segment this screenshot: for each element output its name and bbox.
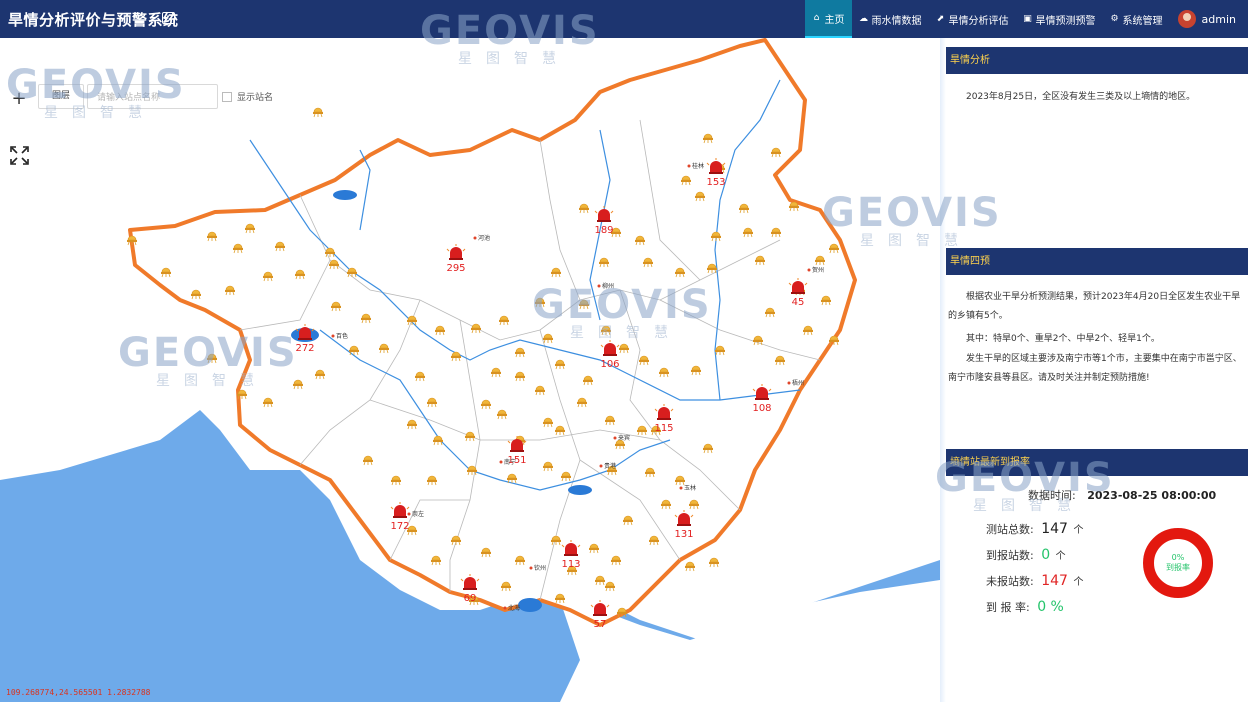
unreported-stations-label: 未报站数: xyxy=(986,575,1034,588)
report-rate-value: 0 % xyxy=(1037,599,1064,615)
svg-text:柳州: 柳州 xyxy=(602,282,614,290)
alarm-value: 153 xyxy=(706,177,725,188)
svg-text:河池: 河池 xyxy=(478,234,490,242)
reported-stations-row: 到报站数: 0 个 xyxy=(986,547,1066,563)
station-marker-icon xyxy=(207,353,217,364)
svg-text:南宁: 南宁 xyxy=(504,458,516,466)
alarm-value: 57 xyxy=(594,619,607,630)
alarm-value: 69 xyxy=(464,593,477,604)
chart-badge-icon[interactable] xyxy=(162,12,175,24)
station-marker-icon xyxy=(709,557,719,568)
svg-text:来宾: 来宾 xyxy=(618,434,630,442)
total-stations-unit: 个 xyxy=(1073,525,1084,536)
svg-text:玉林: 玉林 xyxy=(684,484,696,492)
nav-system-admin-label: 系统管理 xyxy=(1122,15,1163,27)
show-station-name-checkbox[interactable] xyxy=(222,92,232,102)
nav-drought-analysis-label: 旱情分析评估 xyxy=(948,15,1009,27)
report-rate-header: 墒情站最新到报率 xyxy=(946,449,1248,476)
drought-forecast-header: 旱情四预 xyxy=(946,248,1248,275)
rain-cloud-icon: ☁ xyxy=(859,14,869,24)
svg-text:北海: 北海 xyxy=(508,604,520,612)
reported-stations-label: 到报站数: xyxy=(986,549,1034,562)
drought-forecast-p2: 其中：特旱0个、重旱2个、中旱2个、轻旱1个。 xyxy=(966,334,1160,344)
chart-icon: ⬈ xyxy=(936,14,945,24)
zoom-in-button[interactable]: + xyxy=(8,90,30,110)
coordinate-readout: 109.268774,24.565501 1.2832788 xyxy=(6,688,151,697)
station-marker-icon xyxy=(313,107,323,118)
home-icon: ⌂ xyxy=(813,13,820,23)
layer-button[interactable]: 图层 xyxy=(38,84,84,109)
nav-drought-analysis[interactable]: ⬈ 旱情分析评估 xyxy=(929,0,1016,38)
svg-text:贺州: 贺州 xyxy=(812,266,824,274)
fullscreen-icon[interactable] xyxy=(10,146,29,165)
total-stations-value: 147 xyxy=(1041,521,1068,537)
report-rate-label: 到 报 率: xyxy=(986,601,1030,614)
reported-stations-value: 0 xyxy=(1041,547,1051,563)
alarm-value: 115 xyxy=(654,423,673,434)
alarm-value: 106 xyxy=(600,359,619,370)
total-stations-label: 测站总数: xyxy=(986,523,1034,536)
unreported-stations-unit: 个 xyxy=(1073,577,1084,588)
drought-analysis-text: 2023年8月25日，全区没有发生三类及以上墒情的地区。 xyxy=(966,92,1196,102)
ring-label: 到报率 xyxy=(1166,563,1190,572)
svg-text:梧州: 梧州 xyxy=(792,379,804,387)
panel-divider xyxy=(940,38,946,702)
svg-text:崇左: 崇左 xyxy=(412,510,424,518)
alarm-value: 131 xyxy=(674,529,693,540)
app-root: 旱情分析评价与预警系统 ⌂ 主页 ☁ 雨水情数据 ⬈ 旱情分析评估 ▣ 旱情预测… xyxy=(0,0,1248,702)
user-name: admin xyxy=(1201,12,1236,26)
nav-system-admin[interactable]: ⚙ 系统管理 xyxy=(1103,0,1170,38)
total-stations-row: 测站总数: 147 个 xyxy=(986,521,1083,537)
alarm-value: 189 xyxy=(594,225,613,236)
alarm-value: 172 xyxy=(390,521,409,532)
alarm-value: 108 xyxy=(752,403,771,414)
ring-value: 0% xyxy=(1171,553,1185,562)
report-rate-ring-text: 0% 到报率 xyxy=(1143,553,1213,573)
main-nav: ⌂ 主页 ☁ 雨水情数据 ⬈ 旱情分析评估 ▣ 旱情预测预警 ⚙ 系统管理 ad… xyxy=(804,0,1248,38)
show-station-name-label: 显示站名 xyxy=(237,93,274,103)
drought-forecast-p1: 根据农业干旱分析预测结果，预计2023年4月20日全区发生农业干旱的乡镇有5个。 xyxy=(948,292,1241,321)
alarm-value: 295 xyxy=(446,263,465,274)
unreported-stations-value: 147 xyxy=(1041,573,1068,589)
nav-rain-data[interactable]: ☁ 雨水情数据 xyxy=(852,0,929,38)
alarm-value: 113 xyxy=(561,559,580,570)
svg-text:桂林: 桂林 xyxy=(692,162,704,170)
avatar xyxy=(1177,10,1196,28)
alarm-value: 272 xyxy=(295,343,314,354)
top-nav-bar: 旱情分析评价与预警系统 ⌂ 主页 ☁ 雨水情数据 ⬈ 旱情分析评估 ▣ 旱情预测… xyxy=(0,0,1248,38)
unreported-stations-row: 未报站数: 147 个 xyxy=(986,573,1083,589)
data-time-value: 2023-08-25 08:00:00 xyxy=(1087,489,1217,502)
monitor-icon: ▣ xyxy=(1023,14,1032,24)
user-menu[interactable]: admin xyxy=(1170,0,1248,38)
report-rate-row: 到 报 率: 0 % xyxy=(986,599,1064,615)
svg-text:贵港: 贵港 xyxy=(604,462,616,470)
svg-text:百色: 百色 xyxy=(336,332,348,340)
nav-home[interactable]: ⌂ 主页 xyxy=(804,0,852,38)
data-time-label: 数据时间: xyxy=(1028,489,1076,502)
nav-drought-warning[interactable]: ▣ 旱情预测预警 xyxy=(1016,0,1103,38)
station-search-input[interactable] xyxy=(87,84,218,109)
drought-forecast-p3: 发生干旱的区域主要涉及南宁市等1个市，主要集中在南宁市邕宁区、南宁市隆安县等县区… xyxy=(948,354,1242,383)
drought-analysis-header: 旱情分析 xyxy=(946,47,1248,74)
nav-drought-warning-label: 旱情预测预警 xyxy=(1035,15,1096,27)
nav-rain-data-label: 雨水情数据 xyxy=(871,15,922,27)
data-time-row: 数据时间: 2023-08-25 08:00:00 xyxy=(1028,487,1216,503)
app-title: 旱情分析评价与预警系统 xyxy=(8,11,179,29)
map-view[interactable]: 153 189 295 45 272 106 108 115 151 172 131 113 69 57 … xyxy=(0,38,940,702)
nav-home-label: 主页 xyxy=(824,14,845,26)
alarm-value: 45 xyxy=(792,297,805,308)
gear-icon: ⚙ xyxy=(1110,14,1119,24)
reported-stations-unit: 个 xyxy=(1055,551,1066,562)
map-canvas[interactable]: 153189295452721061081151511721311136957 … xyxy=(0,38,940,702)
svg-text:钦州: 钦州 xyxy=(534,564,546,572)
station-marker-icon xyxy=(685,561,695,572)
